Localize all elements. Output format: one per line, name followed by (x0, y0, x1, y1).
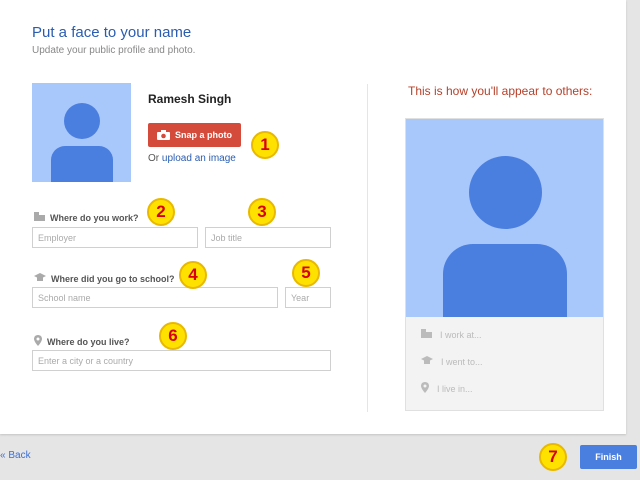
avatar-head (64, 103, 100, 139)
back-link[interactable]: « Back (0, 450, 31, 461)
building-icon (421, 329, 432, 340)
annotation-badge-1: 1 (251, 131, 279, 159)
page-subtitle: Update your public profile and photo. (32, 45, 196, 56)
snap-photo-button[interactable]: Snap a photo (148, 123, 241, 147)
annotation-badge-4: 4 (179, 261, 207, 289)
user-name: Ramesh Singh (148, 92, 232, 106)
city-field[interactable]: Enter a city or a country (32, 350, 331, 371)
profile-preview-card: I work at... I went to... I live in... (405, 118, 604, 411)
preview-avatar (406, 119, 603, 317)
preview-avatar-body (443, 244, 567, 317)
graduation-cap-icon (421, 356, 433, 367)
job-title-field[interactable]: Job title (205, 227, 331, 248)
preview-school-line: I went to... (421, 356, 483, 367)
upload-line: Or upload an image (148, 153, 236, 164)
preview-live-text: I live in... (437, 383, 473, 394)
annotation-badge-7: 7 (539, 443, 567, 471)
page-title: Put a face to your name (32, 24, 192, 41)
year-field[interactable]: Year (285, 287, 331, 308)
building-icon (34, 212, 45, 223)
upload-image-link[interactable]: upload an image (162, 153, 236, 164)
preview-work-line: I work at... (421, 329, 482, 340)
annotation-badge-3: 3 (248, 198, 276, 226)
preview-live-line: I live in... (421, 382, 473, 395)
employer-field[interactable]: Employer (32, 227, 198, 248)
upload-prefix: Or (148, 153, 160, 164)
school-question-label: Where did you go to school? (51, 273, 175, 284)
annotation-badge-5: 5 (292, 259, 320, 287)
graduation-cap-icon (34, 273, 46, 284)
snap-photo-label: Snap a photo (175, 130, 232, 140)
preview-work-text: I work at... (440, 329, 482, 340)
annotation-badge-2: 2 (147, 198, 175, 226)
avatar-body (51, 146, 113, 182)
location-pin-icon (34, 335, 42, 348)
school-question: Where did you go to school? (34, 273, 175, 284)
annotation-badge-6: 6 (159, 322, 187, 350)
work-question-label: Where do you work? (50, 212, 139, 223)
location-pin-icon (421, 382, 429, 395)
preview-title: This is how you'll appear to others: (408, 84, 593, 98)
profile-setup-card: Put a face to your name Update your publ… (0, 0, 626, 434)
column-divider (367, 84, 368, 412)
finish-button[interactable]: Finish (580, 445, 637, 469)
preview-avatar-head (469, 156, 542, 229)
school-name-field[interactable]: School name (32, 287, 278, 308)
work-question: Where do you work? (34, 212, 139, 223)
live-question: Where do you live? (34, 335, 130, 348)
preview-school-text: I went to... (441, 356, 483, 367)
avatar[interactable] (32, 83, 131, 182)
camera-icon (157, 130, 170, 140)
live-question-label: Where do you live? (47, 336, 130, 347)
